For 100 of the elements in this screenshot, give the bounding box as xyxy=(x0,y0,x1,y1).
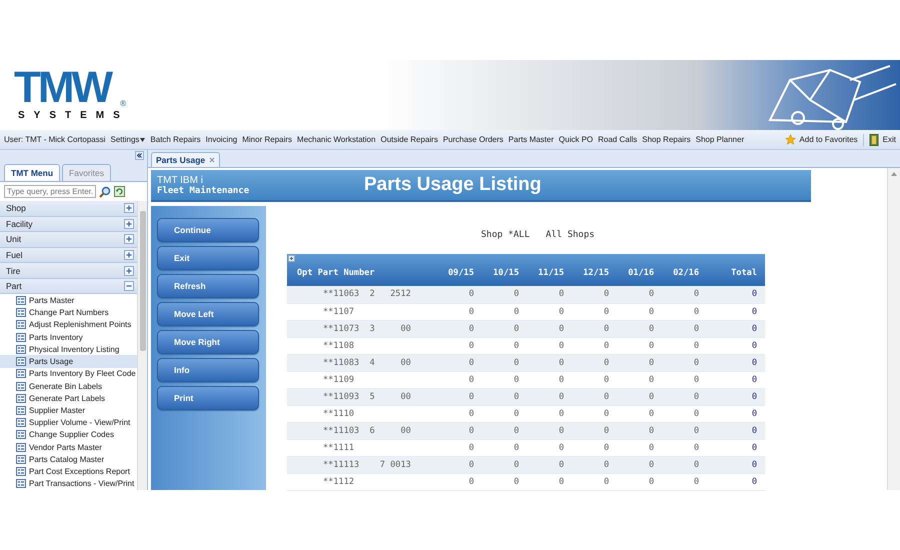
total-cell: 0 xyxy=(707,405,765,422)
action-button[interactable]: Info xyxy=(157,358,259,382)
usage-cell: 0 xyxy=(482,286,527,303)
usage-cell: 0 xyxy=(662,405,707,422)
program-icon xyxy=(16,296,26,305)
logo-wordmark: TMW xyxy=(14,68,111,108)
menu-item[interactable]: Invoicing xyxy=(206,135,238,144)
menu-item[interactable]: Adjust Replenishment Points xyxy=(0,318,137,332)
program-icon xyxy=(16,332,26,342)
usage-cell: 0 xyxy=(617,388,662,405)
collapse-panel-icon[interactable] xyxy=(135,151,144,160)
scrollbar[interactable] xyxy=(887,168,900,490)
menu-item[interactable]: Outside Repairs xyxy=(380,135,438,144)
action-button[interactable]: Exit xyxy=(157,246,259,270)
action-button[interactable]: Print xyxy=(157,386,259,410)
usage-cell: 0 xyxy=(482,388,527,405)
action-button[interactable]: Refresh xyxy=(157,274,259,298)
usage-cell: 0 xyxy=(437,405,482,422)
menu-item[interactable]: Parts Usage xyxy=(0,355,137,368)
action-button[interactable]: Move Right xyxy=(157,330,259,354)
logo-tagline: SYSTEMS xyxy=(17,110,130,121)
usage-cell: 0 xyxy=(527,405,572,422)
menu-item[interactable]: Settings xyxy=(110,135,146,144)
usage-cell: 0 xyxy=(437,303,482,320)
menu-item[interactable]: Parts Master xyxy=(0,294,137,307)
expand-icon[interactable] xyxy=(124,218,134,229)
usage-cell: 0 xyxy=(617,405,662,422)
column-header: 12/15 xyxy=(572,254,617,286)
part-number-cell: **11103 6 00 xyxy=(287,422,437,439)
usage-cell: 0 xyxy=(617,371,662,388)
menu-item[interactable]: Parts Inventory By Fleet Code xyxy=(0,368,137,380)
collapse-icon[interactable] xyxy=(124,281,134,292)
usage-cell: 0 xyxy=(527,473,572,490)
expand-icon[interactable] xyxy=(288,255,295,262)
usage-cell: 0 xyxy=(527,320,572,337)
usage-cell: 0 xyxy=(482,456,527,473)
scrollbar[interactable] xyxy=(137,201,147,490)
usage-cell: 0 xyxy=(527,388,572,405)
menu-item[interactable]: Parts Catalog Master xyxy=(0,453,137,466)
column-header: 11/15 xyxy=(527,254,572,286)
usage-cell: 0 xyxy=(572,337,617,354)
usage-cell: 0 xyxy=(617,337,662,354)
menu-item[interactable]: Parts Inventory xyxy=(0,331,137,344)
menu-item[interactable]: Road Calls xyxy=(598,135,638,144)
usage-cell: 0 xyxy=(617,456,662,473)
usage-cell: 0 xyxy=(572,371,617,388)
expand-icon[interactable] xyxy=(124,266,134,276)
menu-item[interactable]: Generate Part Labels xyxy=(0,392,137,404)
expand-icon[interactable] xyxy=(124,250,134,260)
program-icon xyxy=(16,454,26,464)
menu-item[interactable]: Quick PO xyxy=(558,135,593,144)
document-tab[interactable]: Parts Usage xyxy=(151,152,220,167)
program-icon xyxy=(16,479,26,488)
expand-icon[interactable] xyxy=(124,234,134,244)
menu-item[interactable]: Change Part Numbers xyxy=(0,306,137,319)
usage-cell: 0 xyxy=(482,354,527,371)
menu-item[interactable]: Part Cost Exceptions Report xyxy=(0,465,137,478)
usage-cell: 0 xyxy=(482,320,527,337)
close-icon[interactable] xyxy=(209,157,216,163)
exit-link[interactable]: Exit xyxy=(868,134,896,146)
usage-cell: 0 xyxy=(662,286,707,303)
total-cell: 0 xyxy=(707,303,765,320)
menu-item[interactable]: Vendor Parts Master xyxy=(0,441,137,454)
usage-cell: 0 xyxy=(572,456,617,473)
usage-cell: 0 xyxy=(527,286,572,303)
menu-item[interactable]: Shop Repairs xyxy=(642,135,691,144)
system-name: TMT IBM i xyxy=(157,174,204,186)
menu-item[interactable]: Minor Repairs xyxy=(242,135,292,144)
usage-cell: 0 xyxy=(527,354,572,371)
expand-icon[interactable] xyxy=(124,203,134,214)
action-button[interactable]: Continue xyxy=(157,218,259,242)
menu-item[interactable]: Supplier Master xyxy=(0,404,137,417)
program-icon xyxy=(16,320,26,330)
action-button[interactable]: Move Left xyxy=(157,302,259,326)
usage-cell: 0 xyxy=(662,303,707,320)
column-header: Total xyxy=(707,254,765,286)
search-icon[interactable] xyxy=(99,186,111,198)
panel-tab[interactable]: TMT Menu xyxy=(4,164,60,181)
menu-item[interactable]: Parts Master xyxy=(508,135,554,144)
usage-cell: 0 xyxy=(572,405,617,422)
menu-item[interactable]: Generate Bin Labels xyxy=(0,380,137,392)
part-number-cell: **1112 xyxy=(287,473,437,490)
usage-cell: 0 xyxy=(437,371,482,388)
usage-cell: 0 xyxy=(482,439,527,456)
menu-item[interactable]: Supplier Volume - View/Print xyxy=(0,416,137,429)
search-field[interactable]: Type query, press Enter. xyxy=(4,185,96,198)
menu-item[interactable]: Physical Inventory Listing xyxy=(0,343,137,356)
program-icon xyxy=(16,369,26,378)
menu-item[interactable]: Part Transactions - View/Print xyxy=(0,478,137,490)
shop-name: All Shops xyxy=(546,230,595,240)
refresh-icon[interactable] xyxy=(114,186,125,197)
menu-item[interactable]: Batch Repairs xyxy=(150,135,201,144)
usage-cell: 0 xyxy=(662,371,707,388)
usage-cell: 0 xyxy=(662,473,707,490)
program-icon xyxy=(16,308,26,318)
favorites-link[interactable]: Add to Favorites xyxy=(785,134,858,145)
menu-item[interactable]: Shop Planner xyxy=(696,135,744,144)
menu-item[interactable]: Mechanic Workstation xyxy=(297,135,376,144)
menu-item[interactable]: Change Supplier Codes xyxy=(0,428,137,441)
menu-item[interactable]: Purchase Orders xyxy=(442,135,504,144)
